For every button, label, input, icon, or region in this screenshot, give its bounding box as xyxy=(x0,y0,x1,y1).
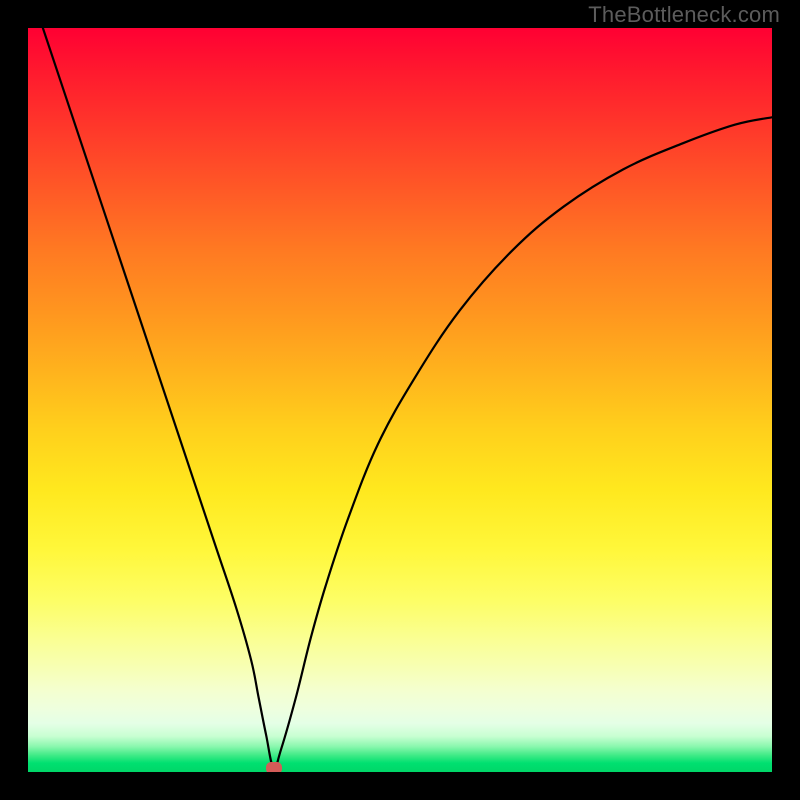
curve-layer xyxy=(28,28,772,772)
watermark-text: TheBottleneck.com xyxy=(588,2,780,28)
minimum-marker xyxy=(266,762,282,772)
bottleneck-curve-line xyxy=(43,28,772,769)
chart-container: TheBottleneck.com xyxy=(0,0,800,800)
plot-area xyxy=(28,28,772,772)
